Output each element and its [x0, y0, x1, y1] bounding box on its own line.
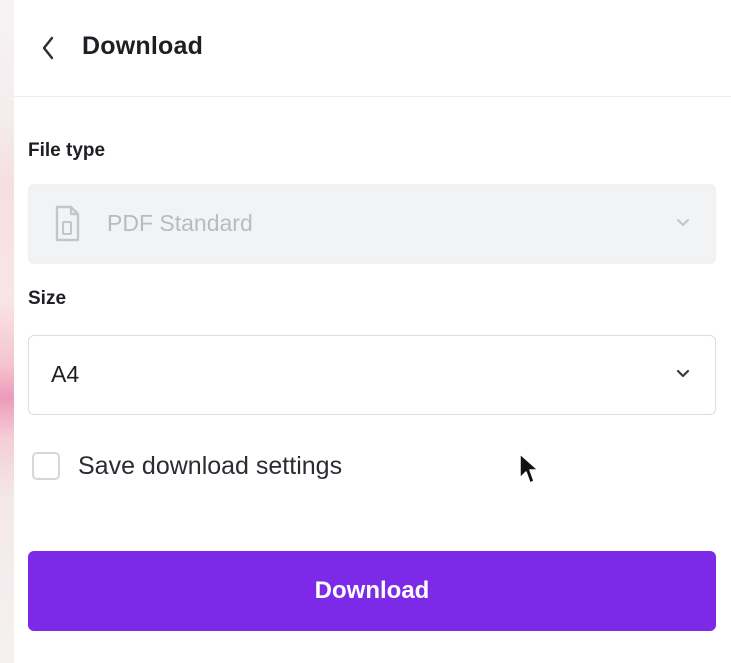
chevron-down-icon — [676, 369, 690, 378]
back-button[interactable] — [28, 28, 68, 68]
size-select[interactable]: A4 — [28, 335, 716, 415]
file-type-label: File type — [28, 140, 106, 161]
file-icon — [55, 205, 80, 242]
mouse-cursor-icon — [519, 453, 539, 484]
save-settings-row[interactable]: Save download settings — [32, 448, 342, 484]
background-edge — [0, 0, 14, 663]
download-panel: Download File type PDF Standard Size A4 … — [14, 0, 731, 663]
file-type-value: PDF Standard — [107, 210, 253, 236]
size-value: A4 — [51, 361, 80, 387]
panel-header: Download — [14, 0, 731, 97]
size-label: Size — [28, 288, 67, 309]
page-title: Download — [82, 32, 204, 60]
chevron-down-icon — [677, 219, 689, 226]
save-settings-checkbox[interactable] — [32, 452, 60, 480]
chevron-left-icon — [42, 36, 54, 60]
file-type-select[interactable]: PDF Standard — [28, 184, 716, 264]
download-button[interactable]: Download — [28, 551, 716, 631]
save-settings-label: Save download settings — [78, 451, 343, 480]
